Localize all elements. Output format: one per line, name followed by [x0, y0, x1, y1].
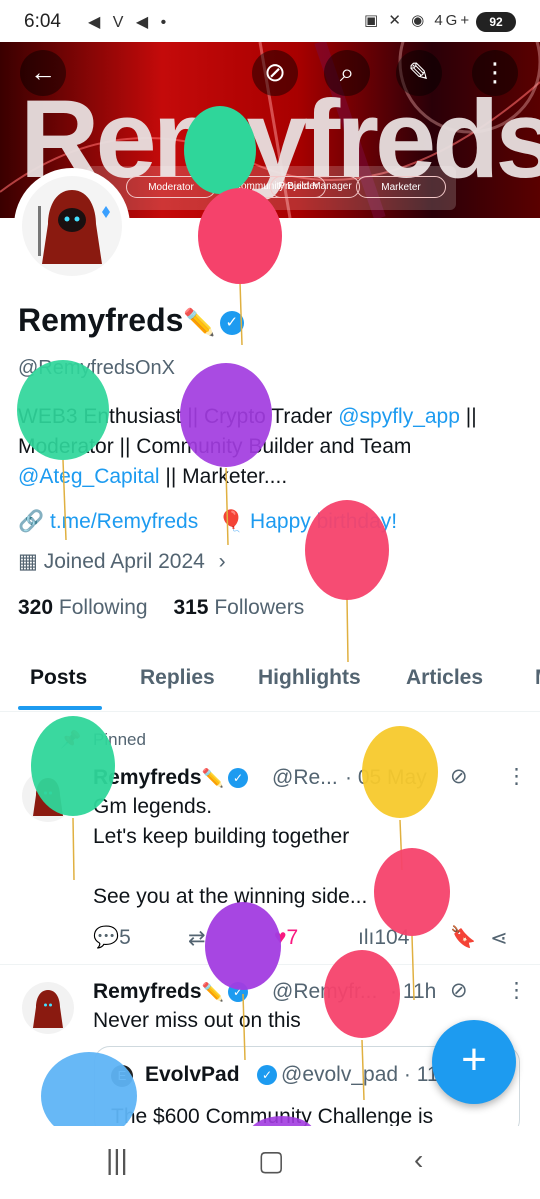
tag-project-manager: Project Manager — [270, 176, 360, 198]
bio-text-1: WEB3 Enthusiast || Crypto Trader — [18, 405, 339, 428]
compose-button[interactable]: + — [432, 1020, 516, 1104]
profile-meta-links: 🔗 t.me/Remyfreds 🎈 Happy birthday! — [18, 510, 397, 534]
pencil-emoji: ✏️ — [201, 768, 224, 788]
back-nav-button[interactable]: ‹ — [414, 1144, 423, 1176]
balloon-pink-3 — [374, 848, 450, 1001]
post-handle: @Re... — [272, 766, 338, 789]
status-time: 6:04 — [24, 11, 61, 32]
repost-icon[interactable]: ⇄ — [188, 926, 206, 951]
views-count: 104 — [374, 926, 410, 949]
tab-highlights[interactable]: Highlights — [258, 666, 361, 690]
followers-label: Followers — [214, 596, 305, 619]
pencil-emoji: ✏️ — [201, 982, 224, 1002]
post-line-2: Let's keep building together — [93, 825, 350, 848]
tag-moderator: Moderator — [126, 176, 216, 198]
search-icon[interactable]: ⌕ — [324, 50, 370, 96]
battery-icon: 92 — [476, 12, 516, 32]
pencil-emoji: ✏️ — [183, 307, 216, 337]
like-count: 7 — [286, 926, 299, 949]
website-link[interactable]: t.me/Remyfreds — [50, 510, 198, 533]
calendar-icon: ▦ — [18, 550, 38, 573]
bio-link-ateg[interactable]: @Ateg_Capital — [18, 465, 160, 488]
post-time: · 11h — [390, 980, 437, 1003]
grok-icon[interactable]: ⊘ — [450, 764, 468, 789]
more-icon[interactable]: ⋮ — [506, 764, 527, 789]
avatar[interactable] — [22, 982, 74, 1034]
grok-icon[interactable]: ⊘ — [450, 978, 468, 1003]
link-icon: 🔗 — [18, 510, 45, 533]
reply-icon: 💬 — [93, 926, 120, 949]
post-text: Never miss out on this — [93, 1009, 301, 1032]
verified-badge-icon: ✓ — [227, 982, 248, 1003]
balloon-icon: 🎈 — [218, 510, 245, 533]
profile-avatar[interactable] — [14, 168, 130, 284]
quote-author-name: EvolvPad — [145, 1063, 240, 1086]
profile-bio: WEB3 Enthusiast || Crypto Trader @spyfly… — [18, 402, 528, 492]
post-author-name[interactable]: Remyfreds✏️ ✓ — [93, 766, 248, 790]
followers-link[interactable]: 315 Followers — [173, 596, 304, 619]
like-button[interactable]: ♥7 — [274, 926, 298, 950]
views-icon: ılı — [358, 926, 375, 949]
post-author-text: Remyfreds — [93, 766, 202, 789]
post-author-name[interactable]: Remyfreds✏️ ✓ — [93, 980, 248, 1004]
reply-button[interactable]: 💬5 — [93, 926, 131, 950]
share-icon[interactable]: ⋖ — [490, 926, 508, 951]
profile-name: Remyfreds✏️ ✓ — [18, 302, 244, 339]
tab-media[interactable]: M — [535, 666, 540, 690]
system-nav-bar: ||| ▢ ‹ — [0, 1126, 540, 1199]
tab-articles[interactable]: Articles — [406, 666, 483, 690]
bio-text-3: || Marketer.... — [159, 465, 288, 488]
edit-icon[interactable]: ✎ — [396, 50, 442, 96]
recent-apps-button[interactable]: ||| — [106, 1144, 128, 1176]
follow-stats: 320 Following 315 Followers — [18, 596, 304, 620]
hooded-figure-icon — [33, 778, 63, 816]
bio-link-spyfly[interactable]: @spyfly_app — [338, 405, 460, 428]
verified-badge-icon: ✓ — [227, 768, 248, 789]
tag-marketer: Marketer — [356, 176, 446, 198]
profile-name-text: Remyfreds — [18, 302, 184, 338]
following-count: 320 — [18, 596, 54, 619]
following-label: Following — [58, 596, 148, 619]
verified-badge-icon: ✓ — [257, 1065, 277, 1085]
avatar-image — [22, 176, 122, 276]
more-icon[interactable]: ⋮ — [472, 50, 518, 96]
home-button[interactable]: ▢ — [258, 1144, 284, 1177]
bookmark-icon[interactable]: 🔖 — [450, 926, 476, 950]
avatar[interactable] — [22, 770, 74, 822]
balloon-yellow-1 — [362, 726, 438, 871]
joined-date: Joined April 2024 — [43, 550, 205, 573]
banner-tags: Moderator Community Builder Project Mana… — [86, 166, 456, 210]
more-icon[interactable]: ⋮ — [506, 978, 527, 1003]
pinned-label: Pinned — [93, 730, 146, 749]
followers-count: 315 — [173, 596, 209, 619]
pin-icon: 📌 — [60, 730, 82, 749]
active-tab-indicator — [18, 706, 102, 710]
quote-handle: @evolv_pad · 11 — [281, 1063, 439, 1086]
heart-icon: ♥ — [274, 926, 287, 949]
grok-icon[interactable]: ⊘ — [252, 50, 298, 96]
status-bar: 6:04 ◀ V ◀ • ▣ ✕ ◉ 4G+ .ıl 92 — [0, 0, 540, 42]
notification-icons: ◀ V ◀ • — [88, 14, 171, 31]
hooded-figure-icon — [33, 990, 63, 1028]
following-link[interactable]: 320 Following — [18, 596, 148, 619]
reply-count: 5 — [119, 926, 131, 949]
chevron-right-icon: › — [218, 550, 226, 573]
birthday-link[interactable]: Happy birthday! — [250, 510, 397, 533]
joined-row[interactable]: ▦ Joined April 2024 › — [18, 549, 226, 574]
post-divider — [0, 964, 540, 965]
post-time: · 05 May — [345, 766, 427, 789]
post-line-4: See you at the winning side... — [93, 885, 368, 908]
back-button[interactable]: ← — [20, 50, 66, 96]
evolvpad-logo-icon: E — [111, 1065, 133, 1087]
post-line-1: Gm legends. — [93, 795, 213, 818]
profile-handle: @RemyfredsOnX — [18, 357, 176, 379]
post-handle: @Remyfr... — [272, 980, 378, 1003]
post-author-text: Remyfreds — [93, 980, 202, 1003]
tab-posts[interactable]: Posts — [30, 666, 87, 690]
profile-tabs: Posts Replies Highlights Articles M — [0, 658, 540, 712]
hooded-figure-icon — [38, 190, 110, 264]
views-button[interactable]: ılı104 — [358, 926, 409, 950]
tab-replies[interactable]: Replies — [140, 666, 215, 690]
verified-badge-icon: ✓ — [219, 310, 244, 335]
